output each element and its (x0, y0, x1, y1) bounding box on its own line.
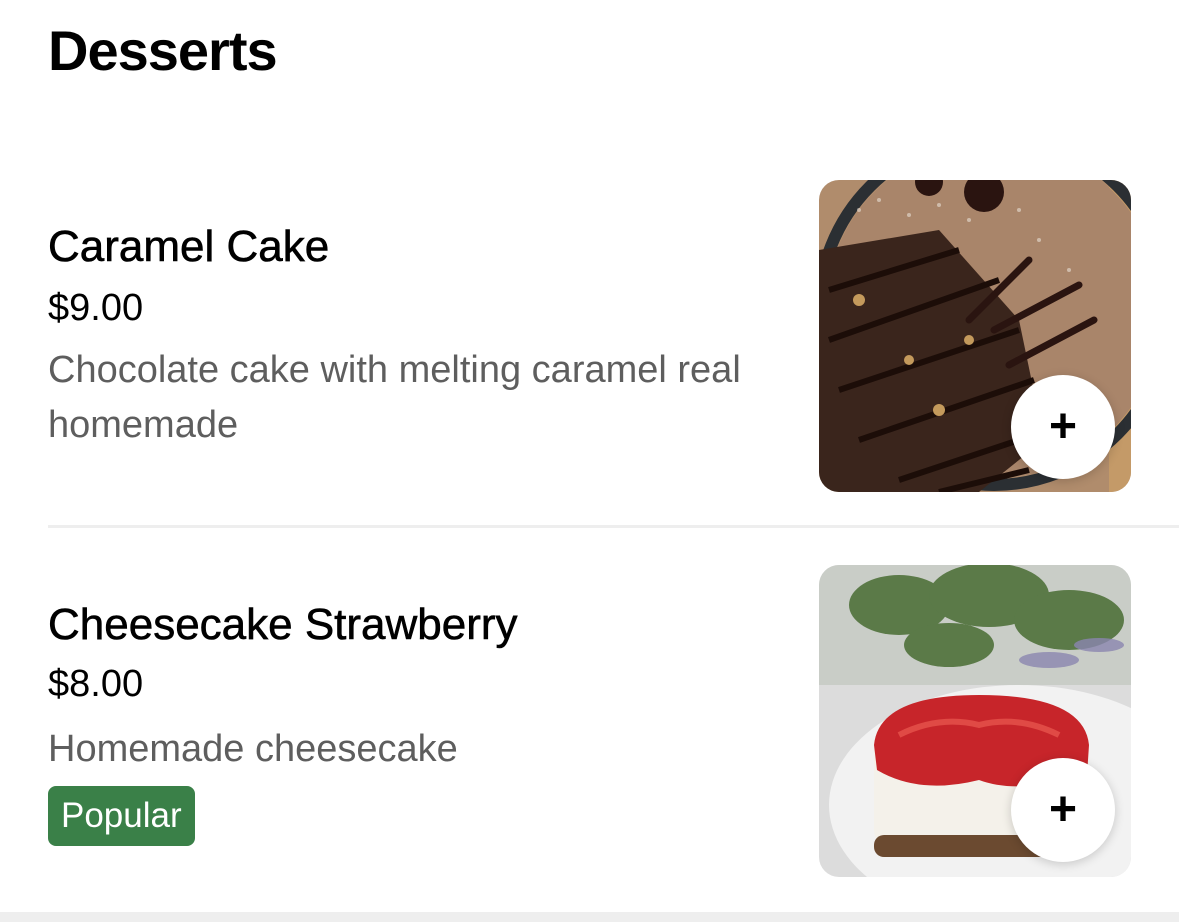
add-to-cart-button[interactable]: + (1011, 758, 1115, 862)
item-price: $8.00 (48, 663, 144, 705)
item-description: Homemade cheesecake (48, 728, 458, 770)
section-divider (0, 912, 1179, 922)
plus-icon: + (1048, 400, 1078, 453)
item-description: Chocolate cake with melting caramel real… (48, 349, 741, 446)
popular-badge: Popular (48, 786, 195, 846)
section-title: Desserts (48, 19, 278, 82)
item-price: $9.00 (48, 287, 144, 329)
plus-icon: + (1048, 783, 1078, 836)
add-to-cart-button[interactable]: + (1011, 375, 1115, 479)
item-name: Cheesecake Strawberry (48, 600, 518, 650)
item-name: Caramel Cake (48, 222, 330, 272)
menu-item-caramel-cake[interactable]: Caramel Cake $9.00 Chocolate cake with m… (48, 140, 1179, 528)
menu-item-cheesecake-strawberry[interactable]: Cheesecake Strawberry $8.00 Homemade che… (48, 528, 1179, 912)
